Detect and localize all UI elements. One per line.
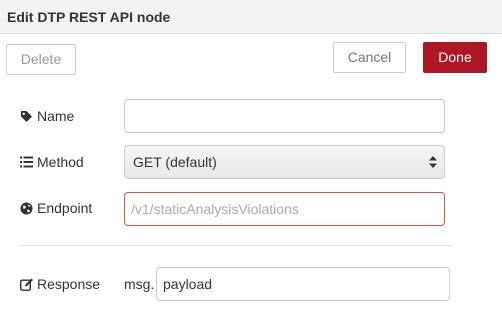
method-label: Method [37, 154, 84, 170]
cancel-button[interactable]: Cancel [333, 42, 406, 73]
response-label: Response [37, 276, 101, 292]
msg-prefix: msg. [124, 276, 155, 292]
endpoint-label: Endpoint [37, 200, 93, 216]
method-select[interactable]: GET (default) [124, 145, 445, 179]
method-label-row: Method [19, 154, 84, 170]
name-label-row: Name [19, 108, 74, 124]
method-selected-value: GET (default) [133, 154, 217, 170]
form-divider [19, 245, 452, 246]
list-icon [19, 155, 34, 169]
name-label: Name [37, 108, 75, 124]
name-input[interactable] [124, 99, 445, 133]
response-label-row: Response [19, 276, 100, 292]
tag-icon [19, 109, 34, 123]
edit-icon [19, 277, 34, 291]
dialog-header: Edit DTP REST API node [0, 0, 502, 34]
endpoint-label-row: Endpoint [19, 200, 92, 216]
select-arrows-icon [429, 156, 437, 168]
response-input[interactable] [156, 267, 450, 301]
endpoint-input[interactable] [124, 192, 445, 226]
done-button[interactable]: Done [423, 42, 487, 73]
globe-icon [19, 201, 34, 215]
dialog-title: Edit DTP REST API node [7, 9, 171, 25]
delete-button[interactable]: Delete [6, 44, 76, 75]
